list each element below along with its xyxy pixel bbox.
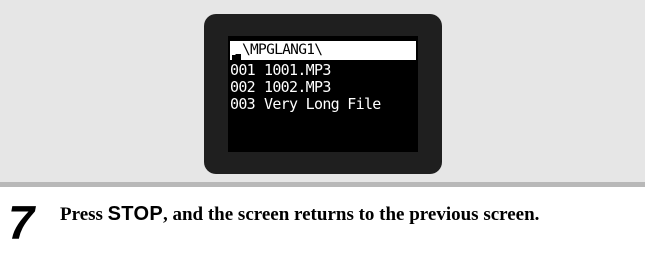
device-display-bezel: \MPGLANG1\ 001 1001.MP3 002 1002.MP3 003… xyxy=(204,14,442,174)
file-number: 002 xyxy=(230,79,256,96)
list-item: 002 1002.MP3 xyxy=(230,79,416,96)
instruction-text-before: Press xyxy=(60,204,108,225)
display-panel: \MPGLANG1\ 001 1001.MP3 002 1002.MP3 003… xyxy=(0,0,645,182)
step-instruction: Press STOP, and the screen returns to th… xyxy=(60,203,640,226)
file-name: Very Long File xyxy=(264,96,381,113)
instruction-step: 7 Press STOP, and the screen returns to … xyxy=(0,187,645,266)
list-item: 001 1001.MP3 xyxy=(230,62,416,79)
manual-page: \MPGLANG1\ 001 1001.MP3 002 1002.MP3 003… xyxy=(0,0,645,266)
folder-path: \MPGLANG1\ xyxy=(242,42,323,58)
file-name: 1001.MP3 xyxy=(264,62,331,79)
step-number: 7 xyxy=(8,196,35,249)
stop-key-label: STOP xyxy=(107,203,163,225)
folder-path-bar: \MPGLANG1\ xyxy=(230,41,416,60)
list-item: 003 Very Long File xyxy=(230,96,416,113)
file-name: 1002.MP3 xyxy=(264,79,331,96)
instruction-text-after: , and the screen returns to the previous… xyxy=(162,204,540,225)
file-list: 001 1001.MP3 002 1002.MP3 003 Very Long … xyxy=(230,62,416,113)
file-number: 003 xyxy=(230,96,256,113)
folder-icon xyxy=(232,48,241,60)
lcd-screen: \MPGLANG1\ 001 1001.MP3 002 1002.MP3 003… xyxy=(228,36,418,152)
file-number: 001 xyxy=(230,62,256,79)
